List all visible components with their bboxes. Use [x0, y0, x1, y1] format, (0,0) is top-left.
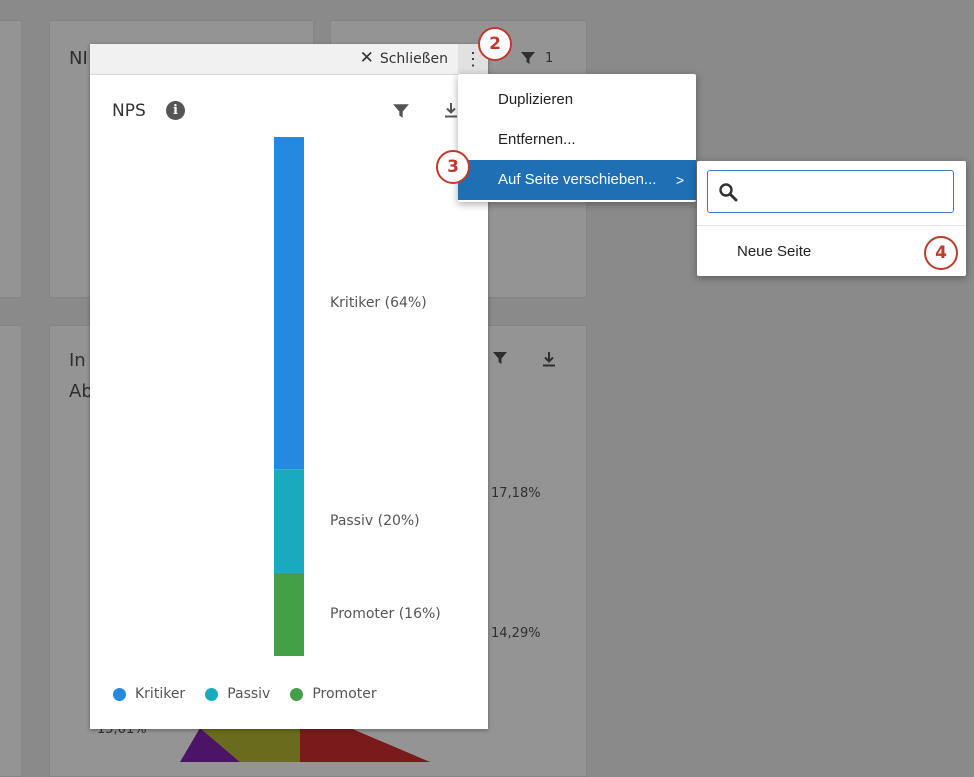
background-pct-a: 17,18%	[491, 486, 541, 501]
menu-item-duplicate-label: Duplizieren	[498, 91, 574, 108]
bar-label-passiv: Passiv (20%)	[330, 513, 420, 530]
legend-item-passiv[interactable]: Passiv	[205, 686, 270, 702]
background-card-1-title: NI	[69, 48, 88, 69]
menu-item-move-to-page[interactable]: Auf Seite verschieben... >	[458, 160, 696, 200]
legend-item-promoter[interactable]: Promoter	[290, 686, 377, 702]
background-filter-icon	[521, 52, 535, 64]
chart-legend: Kritiker Passiv Promoter	[113, 686, 397, 702]
legend-swatch-passiv	[205, 687, 219, 701]
chevron-right-icon: >	[675, 172, 684, 188]
submenu-divider	[697, 225, 966, 226]
widget-context-menu: Duplizieren Entfernen... Auf Seite versc…	[458, 74, 696, 202]
background-card-left-top	[0, 20, 22, 298]
nps-stacked-bar-chart	[274, 137, 304, 656]
background-filter-icon-2	[493, 352, 507, 364]
bar-label-promoter: Promoter (16%)	[330, 606, 441, 623]
new-page-option[interactable]: Neue Seite	[737, 243, 811, 260]
background-card-left-bottom	[0, 325, 22, 777]
background-download-icon	[543, 352, 555, 367]
legend-swatch-kritiker	[113, 687, 126, 701]
legend-swatch-promoter	[290, 687, 304, 701]
legend-label-kritiker: Kritiker	[135, 686, 186, 702]
menu-item-remove-label: Entfernen...	[498, 131, 576, 148]
legend-label-promoter: Promoter	[312, 686, 377, 702]
search-icon	[719, 183, 738, 202]
background-filter-count: 1	[545, 51, 554, 66]
step-badge-3: 3	[436, 150, 470, 184]
bar-segment-promoter[interactable]	[274, 572, 304, 656]
background-card-3-title-line1: In	[69, 350, 86, 371]
bar-segment-passiv[interactable]	[274, 469, 304, 573]
background-pct-b: 14,29%	[491, 626, 541, 641]
bar-label-kritiker: Kritiker (64%)	[330, 295, 427, 312]
step-badge-4: 4	[924, 236, 958, 270]
menu-item-duplicate[interactable]: Duplizieren	[458, 80, 696, 120]
page-search-box[interactable]	[707, 170, 954, 213]
legend-item-kritiker[interactable]: Kritiker	[113, 686, 185, 702]
menu-item-move-to-page-label: Auf Seite verschieben...	[498, 171, 657, 188]
nps-widget-focused: ✕ Schließen ⋮ NPS i Kritiker (64%) Passiv…	[90, 44, 488, 729]
menu-item-remove[interactable]: Entfernen...	[458, 120, 696, 160]
page-search-input[interactable]	[746, 179, 948, 205]
bar-segment-kritiker[interactable]	[274, 137, 304, 470]
legend-label-passiv: Passiv	[227, 686, 271, 702]
step-badge-2: 2	[478, 27, 512, 61]
